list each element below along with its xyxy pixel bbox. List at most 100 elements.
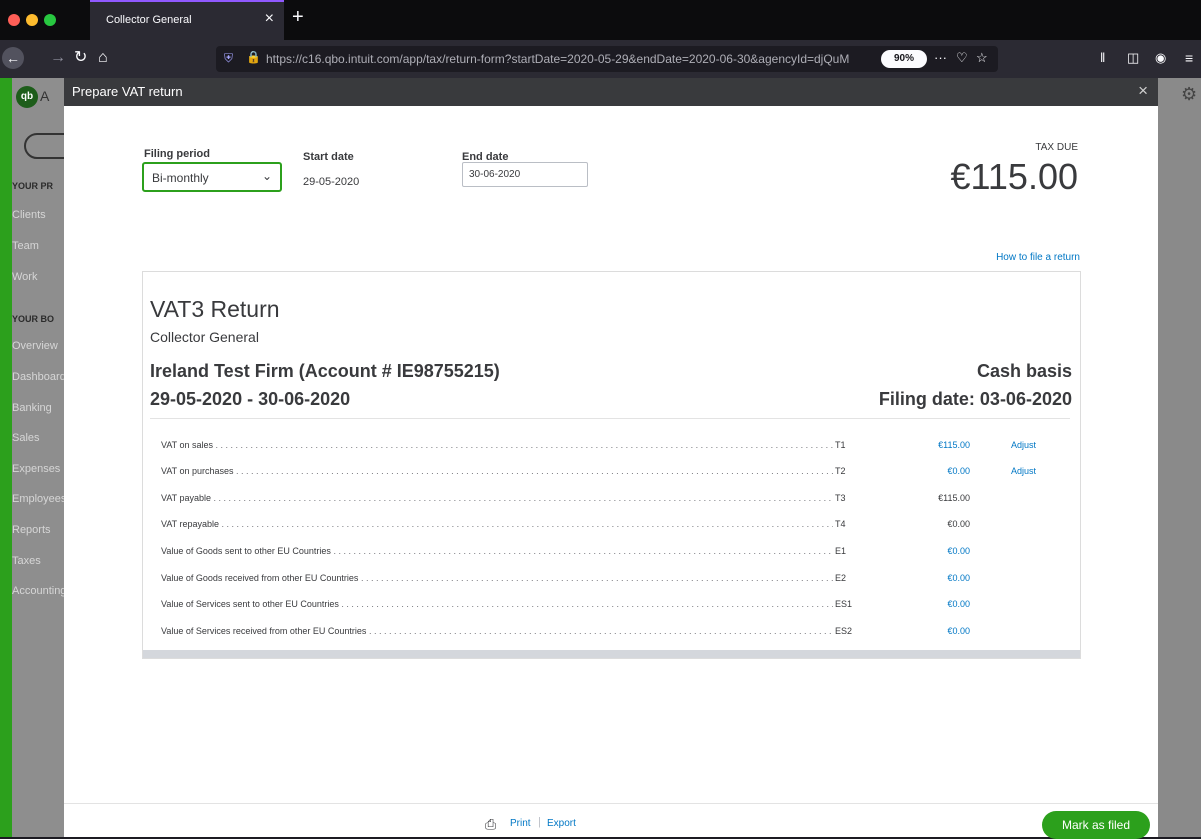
app-accent-strip (0, 78, 12, 837)
sidebar-item-expenses[interactable]: Expenses (12, 463, 60, 475)
row-code: T3 (835, 493, 846, 503)
row-value-link[interactable]: €115.00 (938, 440, 970, 450)
sidebar-item-reports[interactable]: Reports (12, 524, 51, 536)
filing-period-value: Bi-monthly (152, 171, 209, 185)
home-icon[interactable]: ⌂ (98, 49, 108, 67)
row-code: ES1 (835, 599, 853, 609)
app-name-fragment: A (40, 88, 50, 104)
row-code: E1 (835, 546, 847, 556)
filing-period-label: Filing period (144, 148, 210, 160)
browser-tab[interactable]: Collector General × (90, 0, 284, 40)
vat-return-panel: Filing period Bi-monthly ⌄ Start date 29… (64, 106, 1158, 839)
footer-divider (64, 803, 1158, 804)
row-label: VAT repayable (161, 519, 833, 529)
gear-icon[interactable]: ⚙ (1181, 84, 1197, 105)
page-actions-icon[interactable]: ··· (934, 50, 947, 65)
report-basis: Cash basis (976, 361, 1072, 381)
forward-arrow-icon[interactable]: → (50, 49, 66, 67)
browser-nav-bar: ← → ↻ ⌂ ⛨ 🔒 https://c16.qbo.intuit.com/a… (0, 40, 1201, 78)
mark-as-filed-button[interactable]: Mark as filed (1042, 811, 1150, 839)
account-icon[interactable]: ◉ (1155, 49, 1166, 67)
row-code: E2 (835, 573, 847, 583)
zoom-level-badge[interactable]: 90% (881, 50, 927, 68)
adjust-link[interactable]: Adjust (1011, 466, 1036, 476)
vat3-report: VAT3 Return Collector General Ireland Te… (142, 271, 1081, 659)
row-label: Value of Goods sent to other EU Countrie… (161, 546, 833, 556)
sidebar-item-accounting[interactable]: Accounting (12, 585, 64, 597)
library-icon[interactable]: ‖ (1100, 49, 1105, 67)
report-title: VAT3 Return (150, 296, 280, 322)
shield-icon[interactable]: ⛨ (224, 51, 233, 66)
export-link[interactable]: Export (547, 818, 576, 829)
sidebar-item-overview[interactable]: Overview (12, 340, 58, 352)
printer-icon[interactable]: ⎙ (485, 816, 496, 833)
url-text[interactable]: https://c16.qbo.intuit.com/app/tax/retur… (266, 52, 896, 66)
filing-period-select[interactable]: Bi-monthly ⌄ (142, 162, 282, 192)
tax-due-amount: €115.00 (950, 156, 1078, 197)
row-code: T2 (835, 466, 846, 476)
row-value-link[interactable]: €0.00 (947, 626, 970, 636)
row-value-link[interactable]: €0.00 (947, 573, 970, 583)
row-value-link[interactable]: €0.00 (947, 466, 970, 476)
menu-icon[interactable]: ≡ (1185, 49, 1193, 67)
report-firm: Ireland Test Firm (Account # IE98755215) (150, 361, 500, 381)
row-value: €0.00 (947, 519, 970, 529)
row-value: €115.00 (938, 493, 970, 503)
sidebar-item-taxes[interactable]: Taxes (12, 555, 41, 567)
table-row: Value of Services sent to other EU Count… (161, 599, 1061, 617)
modal-title: Prepare VAT return (72, 84, 183, 99)
window-maximize-dot[interactable] (44, 14, 56, 26)
close-icon[interactable]: × (1138, 81, 1148, 101)
table-row: VAT on sales T1 €115.00 Adjust (161, 440, 1061, 458)
back-arrow-icon[interactable]: ← (2, 47, 24, 69)
row-label: Value of Services received from other EU… (161, 626, 833, 636)
app-sidebar: qb A YOUR PR Clients Team Work YOUR BO O… (12, 78, 64, 837)
sidebar-item-team[interactable]: Team (12, 240, 39, 252)
report-filing-date: Filing date: 03-06-2020 (878, 389, 1072, 409)
start-date-label: Start date (303, 151, 354, 163)
row-label: Value of Services sent to other EU Count… (161, 599, 833, 609)
pocket-icon[interactable]: ♡ (956, 50, 968, 66)
new-button[interactable] (24, 133, 64, 159)
adjust-link[interactable]: Adjust (1011, 440, 1036, 450)
new-tab-icon[interactable]: + (292, 7, 304, 27)
window-minimize-dot[interactable] (26, 14, 38, 26)
sidebar-section-books: YOUR BO (12, 314, 55, 324)
table-row: VAT payable T3 €115.00 (161, 493, 1061, 511)
end-date-field[interactable]: 30-06-2020 (462, 162, 588, 187)
table-row: VAT on purchases T2 €0.00 Adjust (161, 466, 1061, 484)
row-code: T1 (835, 440, 846, 450)
lock-icon[interactable]: 🔒 (246, 50, 261, 64)
sidebar-icon[interactable]: ◫ (1127, 49, 1139, 67)
url-bar[interactable]: ⛨ 🔒 https://c16.qbo.intuit.com/app/tax/r… (216, 46, 998, 72)
start-date-value: 29-05-2020 (303, 176, 360, 188)
report-divider (150, 418, 1070, 419)
report-scroll-bar[interactable] (143, 650, 1080, 658)
tab-close-icon[interactable]: × (265, 11, 274, 27)
sidebar-item-sales[interactable]: Sales (12, 432, 40, 444)
how-to-file-link[interactable]: How to file a return (996, 252, 1080, 263)
row-code: T4 (835, 519, 846, 529)
window-close-dot[interactable] (8, 14, 20, 26)
end-date-value: 30-06-2020 (469, 169, 521, 180)
table-row: Value of Goods received from other EU Co… (161, 573, 1061, 591)
sidebar-section-practice: YOUR PR (12, 181, 54, 191)
sidebar-item-employees[interactable]: Employees (12, 493, 64, 505)
row-value-link[interactable]: €0.00 (947, 599, 970, 609)
sidebar-item-dashboard[interactable]: Dashboard (12, 371, 64, 383)
report-period: 29-05-2020 - 30-06-2020 (150, 389, 351, 409)
print-link[interactable]: Print (510, 818, 531, 829)
sidebar-item-banking[interactable]: Banking (12, 402, 52, 414)
row-label: VAT payable (161, 493, 833, 503)
reload-icon[interactable]: ↻ (74, 49, 87, 67)
bookmark-star-icon[interactable]: ☆ (976, 50, 988, 66)
row-label: VAT on sales (161, 440, 833, 450)
quickbooks-logo: qb (16, 86, 38, 108)
sidebar-item-work[interactable]: Work (12, 271, 37, 283)
tax-due-label: TAX DUE (1035, 142, 1078, 153)
row-label: VAT on purchases (161, 466, 833, 476)
modal-header: Prepare VAT return × (64, 78, 1158, 106)
row-code: ES2 (835, 626, 853, 636)
row-value-link[interactable]: €0.00 (947, 546, 970, 556)
sidebar-item-clients[interactable]: Clients (12, 209, 46, 221)
